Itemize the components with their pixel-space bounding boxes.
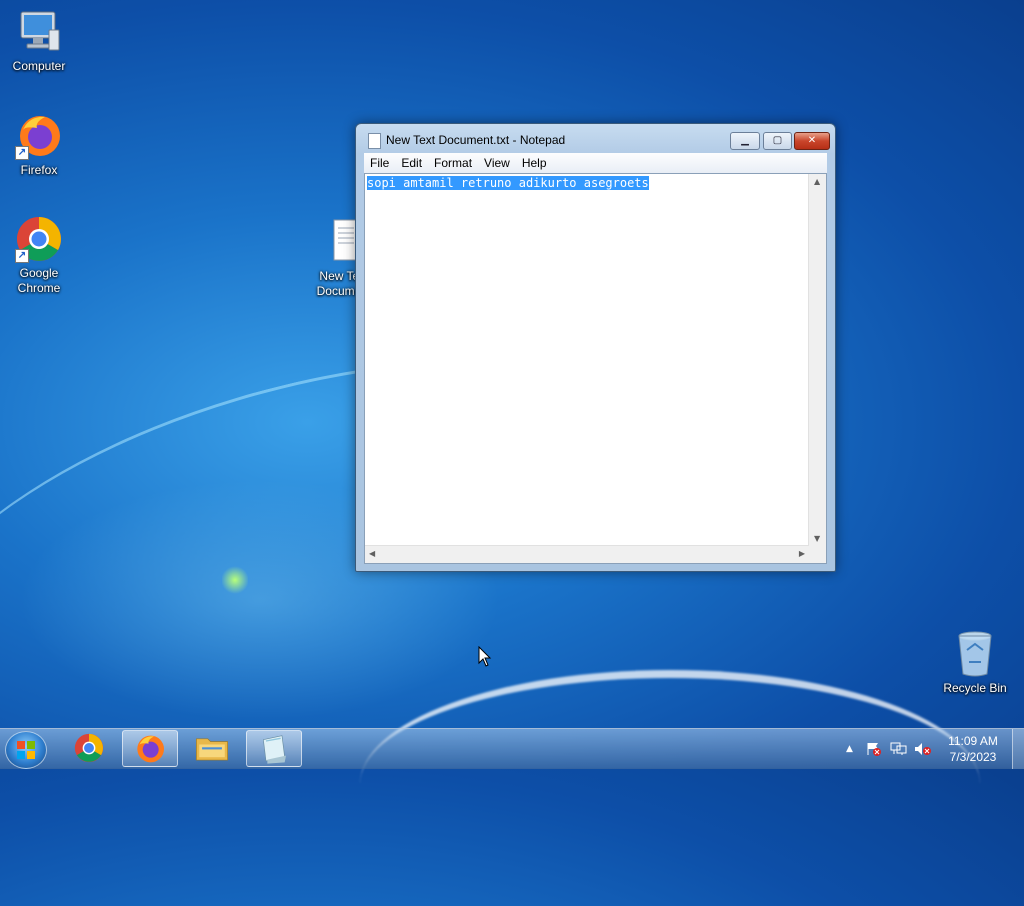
network-icon[interactable] [890, 742, 907, 756]
minimize-icon: ▁ [741, 135, 749, 146]
horizontal-scrollbar[interactable]: ◀ ▶ [365, 545, 809, 563]
chrome-icon: ↗ [15, 215, 63, 263]
taskbar-file-explorer[interactable] [184, 730, 240, 767]
selected-text[interactable]: sopi amtamil retruno adikurto asegroets [367, 176, 649, 190]
file-explorer-icon [196, 738, 228, 761]
recycle-bin-icon [951, 630, 999, 678]
desktop-icon-label: Recycle Bin [943, 681, 1007, 695]
menu-format[interactable]: Format [428, 153, 478, 172]
desktop-icon-label: Firefox [20, 163, 58, 177]
taskbar-notepad[interactable] [246, 730, 302, 767]
window-title: New Text Document.txt - Notepad [386, 133, 566, 147]
volume-muted-icon[interactable] [914, 742, 931, 756]
chrome-icon [74, 733, 104, 763]
computer-icon [15, 8, 63, 56]
show-hidden-icons-arrow[interactable]: ▲ [846, 744, 862, 758]
start-button[interactable] [5, 731, 47, 769]
firefox-icon [137, 735, 164, 763]
system-clock[interactable]: 11:09 AM 7/3/2023 [938, 733, 1008, 765]
windows-logo-icon [17, 741, 35, 759]
desktop-icon-firefox[interactable]: ↗ Firefox [1, 112, 77, 178]
menu-file[interactable]: File [364, 153, 395, 172]
show-desktop-button[interactable] [1012, 729, 1024, 769]
close-icon: ✕ [807, 135, 817, 146]
desktop-icon-computer[interactable]: Computer [1, 8, 77, 74]
title-bar[interactable]: New Text Document.txt - Notepad ▁ ▢ ✕ [356, 124, 835, 154]
scroll-down-arrow-icon[interactable]: ▼ [814, 534, 820, 543]
taskbar-chrome[interactable] [61, 730, 117, 767]
vertical-scrollbar[interactable]: ▲ ▼ [808, 174, 826, 546]
clock-time: 11:09 AM [948, 734, 998, 748]
menu-help[interactable]: Help [516, 153, 553, 172]
firefox-icon: ↗ [15, 112, 63, 160]
wallpaper-swoosh-bottom [360, 670, 980, 898]
desktop-icon-recycle-bin[interactable]: Recycle Bin [937, 630, 1013, 696]
menu-bar: File Edit Format View Help [364, 153, 827, 173]
scroll-left-arrow-icon[interactable]: ◀ [369, 549, 375, 558]
clock-date: 7/3/2023 [949, 750, 997, 764]
menu-edit[interactable]: Edit [395, 153, 428, 172]
wallpaper-leaf-icon [222, 565, 248, 595]
maximize-button[interactable]: ▢ [763, 132, 792, 150]
taskbar-firefox[interactable] [122, 730, 178, 767]
scroll-right-arrow-icon[interactable]: ▶ [799, 549, 805, 558]
size-grip[interactable] [809, 546, 826, 563]
shortcut-arrow-icon: ↗ [15, 146, 29, 160]
notepad-title-icon [368, 133, 381, 149]
mouse-cursor-icon [478, 646, 492, 667]
shortcut-arrow-icon: ↗ [15, 249, 29, 263]
desktop-icon-chrome[interactable]: ↗ Google Chrome [1, 215, 77, 296]
desktop-icon-label: Google Chrome [17, 266, 61, 295]
action-center-icon[interactable] [866, 742, 882, 756]
minimize-button[interactable]: ▁ [730, 132, 760, 150]
maximize-icon: ▢ [772, 135, 783, 146]
close-button[interactable]: ✕ [794, 132, 830, 150]
menu-view[interactable]: View [478, 153, 516, 172]
text-editor-area[interactable]: sopi amtamil retruno adikurto asegroets … [364, 173, 827, 564]
scroll-up-arrow-icon[interactable]: ▲ [814, 177, 820, 186]
taskbar: ▲ 11:09 AM 7/3/2023 [0, 728, 1024, 769]
notepad-window[interactable]: New Text Document.txt - Notepad ▁ ▢ ✕ Fi… [355, 123, 836, 572]
notepad-icon [262, 735, 286, 764]
desktop-icon-label: Computer [12, 59, 66, 73]
